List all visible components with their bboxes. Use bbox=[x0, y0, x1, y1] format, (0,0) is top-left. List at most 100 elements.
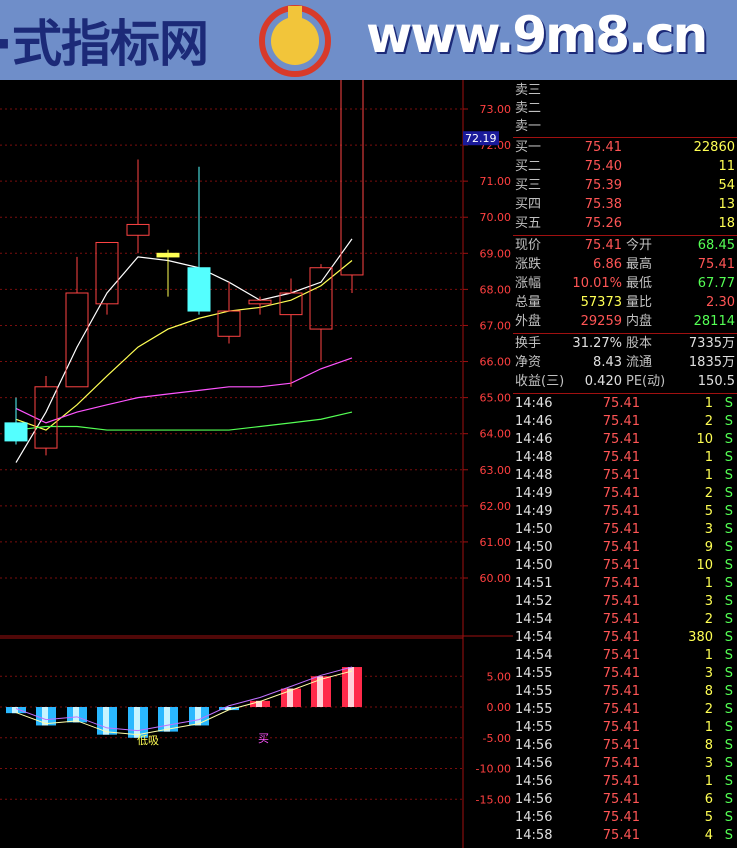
buy-price: 75.39 bbox=[584, 178, 622, 193]
site-url: www.9m8.cn bbox=[366, 6, 708, 64]
stat-value: 75.41 bbox=[697, 257, 735, 272]
fundamental-value: 31.27% bbox=[572, 336, 622, 351]
stat-row: 外盘 29259 内盘 28114 bbox=[513, 313, 737, 331]
tick-volume: 10 bbox=[696, 558, 713, 573]
stat-label: 内盘 bbox=[626, 314, 653, 329]
tick-volume: 1 bbox=[704, 396, 713, 411]
price-tick-label: 62.00 bbox=[480, 500, 512, 513]
tick-volume: 1 bbox=[704, 648, 713, 663]
tick-time: 14:55 bbox=[515, 702, 553, 717]
tick-row: 14:54 75.41 1 S bbox=[513, 647, 737, 665]
stat-label: 涨跌 bbox=[515, 257, 542, 272]
tick-price: 75.41 bbox=[602, 738, 640, 753]
tick-time: 14:46 bbox=[515, 432, 553, 447]
fundamental-label: 换手 bbox=[515, 336, 542, 351]
stat-label: 现价 bbox=[515, 238, 542, 253]
tick-side: S bbox=[724, 612, 733, 627]
tick-volume: 5 bbox=[704, 810, 713, 825]
tick-volume: 1 bbox=[704, 774, 713, 789]
tick-side: S bbox=[724, 414, 733, 429]
buy-price: 75.40 bbox=[584, 159, 622, 174]
tick-side: S bbox=[724, 396, 733, 411]
buy-label: 买五 bbox=[515, 216, 542, 231]
tick-side: S bbox=[724, 522, 733, 537]
stat-label: 今开 bbox=[626, 238, 653, 253]
fundamental-row: 换手 31.27% 股本 7335万 bbox=[513, 335, 737, 353]
price-tick-label: 61.00 bbox=[480, 536, 512, 549]
tick-row: 14:54 75.41 2 S bbox=[513, 611, 737, 629]
tick-row: 14:52 75.41 3 S bbox=[513, 593, 737, 611]
sell-label: 卖三 bbox=[515, 83, 542, 98]
tick-row: 14:46 75.41 1 S bbox=[513, 395, 737, 413]
price-tick-label: 73.00 bbox=[480, 103, 512, 116]
tick-row: 14:56 75.41 3 S bbox=[513, 755, 737, 773]
buy-label: 买二 bbox=[515, 159, 542, 174]
tick-time: 14:56 bbox=[515, 756, 553, 771]
stat-label: 最高 bbox=[626, 257, 653, 272]
price-tick-label: 68.00 bbox=[480, 283, 512, 296]
fundamental-value: 150.5 bbox=[697, 374, 735, 389]
tick-side: S bbox=[724, 792, 733, 807]
tick-row: 14:58 75.41 4 S bbox=[513, 827, 737, 845]
tick-row: 14:50 75.41 10 S bbox=[513, 557, 737, 575]
indicator-tick-label: 5.00 bbox=[487, 670, 512, 683]
price-tick-label: 66.00 bbox=[480, 356, 512, 369]
tick-side: S bbox=[724, 828, 733, 843]
tick-volume: 3 bbox=[704, 594, 713, 609]
tick-time: 14:54 bbox=[515, 630, 553, 645]
tick-row: 14:56 75.41 6 S bbox=[513, 791, 737, 809]
stat-value: 67.77 bbox=[697, 276, 735, 291]
tick-row: 14:51 75.41 1 S bbox=[513, 575, 737, 593]
tick-side: S bbox=[724, 648, 733, 663]
banner: ·式指标网 www.9m8.cn bbox=[0, 0, 737, 80]
logo-icon bbox=[259, 5, 331, 77]
stat-value: 68.45 bbox=[697, 238, 735, 253]
tick-row: 14:55 75.41 3 S bbox=[513, 665, 737, 683]
stat-label: 外盘 bbox=[515, 314, 542, 329]
tick-volume: 1 bbox=[704, 576, 713, 591]
stats-divider bbox=[513, 235, 737, 236]
tick-price: 75.41 bbox=[602, 756, 640, 771]
ticks-divider bbox=[513, 393, 737, 394]
indicator-bar-highlight bbox=[164, 707, 170, 732]
tick-time: 14:46 bbox=[515, 414, 553, 429]
tick-price: 75.41 bbox=[602, 468, 640, 483]
tick-price: 75.41 bbox=[602, 522, 640, 537]
tick-price: 75.41 bbox=[602, 774, 640, 789]
buy-row: 买三 75.39 54 bbox=[513, 177, 737, 195]
tick-time: 14:50 bbox=[515, 540, 553, 555]
tick-price: 75.41 bbox=[602, 828, 640, 843]
stat-value: 57373 bbox=[580, 295, 622, 310]
tick-time: 14:55 bbox=[515, 720, 553, 735]
price-tick-label: 60.00 bbox=[480, 572, 512, 585]
stat-value: 2.30 bbox=[706, 295, 735, 310]
tick-price: 75.41 bbox=[602, 792, 640, 807]
fundamental-row: 收益(三) 0.420 PE(动) 150.5 bbox=[513, 373, 737, 391]
tick-volume: 1 bbox=[704, 450, 713, 465]
tick-price: 75.41 bbox=[602, 666, 640, 681]
tick-price: 75.41 bbox=[602, 702, 640, 717]
tick-volume: 6 bbox=[704, 792, 713, 807]
tick-volume: 2 bbox=[704, 414, 713, 429]
fundamentals-divider bbox=[513, 333, 737, 334]
price-tick-label: 71.00 bbox=[480, 175, 512, 188]
indicator-bar-highlight bbox=[73, 707, 79, 723]
cursor-price-label: 72.19 bbox=[465, 132, 497, 145]
tick-price: 75.41 bbox=[602, 450, 640, 465]
stat-value: 6.86 bbox=[593, 257, 622, 272]
buy-volume: 13 bbox=[718, 197, 735, 212]
tick-price: 75.41 bbox=[602, 432, 640, 447]
tick-price: 75.41 bbox=[602, 630, 640, 645]
tick-time: 14:54 bbox=[515, 612, 553, 627]
tick-volume: 8 bbox=[704, 684, 713, 699]
tick-price: 75.41 bbox=[602, 594, 640, 609]
buy-row: 买四 75.38 13 bbox=[513, 196, 737, 214]
tick-time: 14:49 bbox=[515, 486, 553, 501]
tick-time: 14:55 bbox=[515, 684, 553, 699]
tick-volume: 3 bbox=[704, 522, 713, 537]
tick-row: 14:54 75.41 380 S bbox=[513, 629, 737, 647]
tick-row: 14:48 75.41 1 S bbox=[513, 467, 737, 485]
indicator-tick-label: -10.00 bbox=[476, 763, 511, 776]
buy-volume: 18 bbox=[718, 216, 735, 231]
tick-price: 75.41 bbox=[602, 540, 640, 555]
